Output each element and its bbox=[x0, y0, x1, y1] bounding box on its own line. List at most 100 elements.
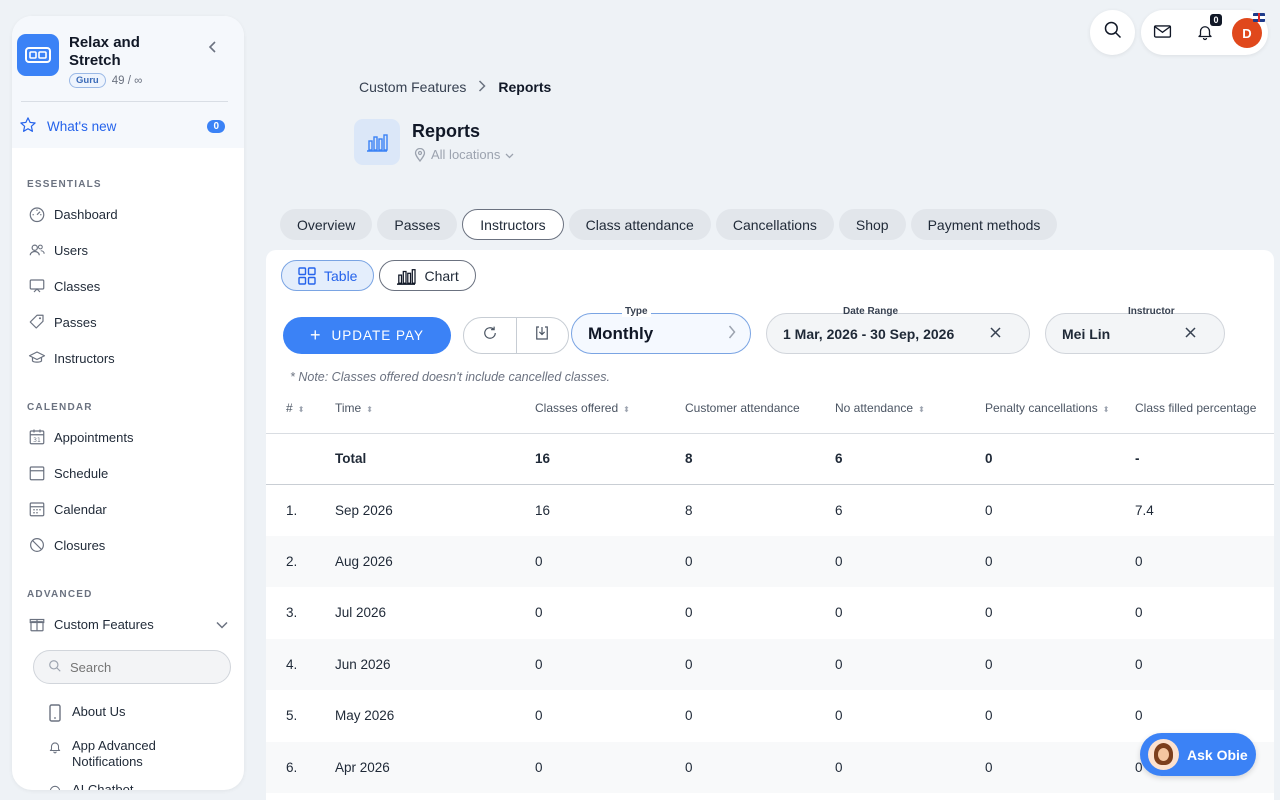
column-label: Class filled percentage bbox=[1135, 401, 1257, 416]
table-cell: Jul 2026 bbox=[335, 605, 387, 621]
nav-schedule[interactable]: Schedule bbox=[12, 455, 244, 491]
column-header-index[interactable]: # ⬍ bbox=[266, 384, 335, 434]
nav-custom-features[interactable]: Custom Features bbox=[12, 606, 244, 642]
global-search-button[interactable] bbox=[1090, 10, 1135, 55]
phone-icon bbox=[48, 704, 64, 726]
sub-item-about-us[interactable]: About Us bbox=[12, 704, 244, 726]
column-label: Classes offered bbox=[535, 401, 619, 416]
nav-classes[interactable]: Classes bbox=[12, 268, 244, 304]
avatar[interactable]: D bbox=[1232, 18, 1262, 48]
table-cell: 0 bbox=[985, 535, 1135, 587]
download-button[interactable] bbox=[515, 318, 568, 353]
report-tabs: Overview Passes Instructors Class attend… bbox=[280, 209, 1062, 240]
download-icon bbox=[533, 324, 551, 347]
tab-instructors[interactable]: Instructors bbox=[462, 209, 564, 240]
table-row: 2. Aug 2026 0 0 0 0 0 bbox=[266, 535, 1274, 587]
schedule-icon bbox=[27, 463, 47, 483]
tab-overview[interactable]: Overview bbox=[280, 209, 373, 240]
table-cell: 8 bbox=[685, 433, 835, 485]
uk-flag-icon[interactable] bbox=[1253, 13, 1265, 22]
tab-class-attendance[interactable]: Class attendance bbox=[568, 209, 711, 240]
column-header-no-attendance[interactable]: No attendance ⬍ bbox=[835, 384, 985, 434]
table-cell: Apr 2026 bbox=[335, 741, 535, 793]
clear-date-icon[interactable] bbox=[990, 325, 1001, 343]
breadcrumb-custom-features[interactable]: Custom Features bbox=[359, 79, 466, 95]
column-header-customer-attendance[interactable]: Customer attendance bbox=[685, 384, 835, 434]
column-header-classes-offered[interactable]: Classes offered ⬍ bbox=[535, 384, 685, 434]
date-range-label: Date Range bbox=[843, 306, 899, 317]
table-row: 6. Apr 2026 0 0 0 0 0 bbox=[266, 741, 1274, 793]
date-range-field[interactable]: Date Range 1 Mar, 2026 - 30 Sep, 2026 bbox=[766, 306, 1030, 354]
table-cell: 0 bbox=[985, 605, 993, 621]
update-pay-button[interactable]: + UPDATE PAY bbox=[283, 317, 451, 354]
table-cell: 16 bbox=[535, 433, 685, 485]
collapse-sidebar-icon[interactable] bbox=[208, 40, 218, 56]
sidebar-search[interactable] bbox=[33, 650, 231, 684]
table-cell: 7.4 bbox=[1135, 502, 1154, 518]
column-label: Penalty cancellations bbox=[985, 401, 1098, 416]
clear-instructor-icon[interactable] bbox=[1185, 325, 1196, 343]
graduation-cap-icon bbox=[27, 348, 47, 368]
nav-dashboard[interactable]: Dashboard bbox=[12, 196, 244, 232]
table-cell: 0 bbox=[685, 741, 835, 793]
section-advanced: ADVANCED bbox=[27, 589, 93, 600]
table-cell: 0 bbox=[835, 535, 985, 587]
table-cell: 0 bbox=[535, 708, 543, 724]
brand-logo-icon bbox=[17, 34, 59, 76]
tab-payment-methods[interactable]: Payment methods bbox=[910, 209, 1058, 240]
ban-icon bbox=[27, 535, 47, 555]
location-label: All locations bbox=[431, 147, 501, 162]
table-view-button[interactable]: Table bbox=[281, 260, 375, 291]
svg-text:31: 31 bbox=[33, 437, 41, 444]
tab-passes[interactable]: Passes bbox=[377, 209, 458, 240]
tab-cancellations[interactable]: Cancellations bbox=[715, 209, 834, 240]
nav-instructors[interactable]: Instructors bbox=[12, 340, 244, 376]
notification-count: 0 bbox=[1210, 14, 1222, 26]
chevron-down-icon[interactable] bbox=[216, 617, 228, 632]
bell-icon bbox=[48, 738, 64, 760]
refresh-button[interactable] bbox=[464, 318, 516, 353]
column-header-time[interactable]: Time ⬍ bbox=[335, 384, 535, 434]
nav-appointments[interactable]: 31 Appointments bbox=[12, 419, 244, 455]
nav-calendar[interactable]: Calendar bbox=[12, 491, 244, 527]
table-view-label: Table bbox=[324, 267, 358, 284]
table-cell: - bbox=[1135, 433, 1274, 485]
search-icon bbox=[48, 659, 62, 676]
mail-icon[interactable] bbox=[1153, 23, 1172, 45]
column-label: Time bbox=[335, 401, 362, 416]
date-range-value: 1 Mar, 2026 - 30 Sep, 2026 bbox=[783, 325, 955, 342]
table-cell: 0 bbox=[1135, 605, 1143, 621]
nav-passes[interactable]: Passes bbox=[12, 304, 244, 340]
nav-closures[interactable]: Closures bbox=[12, 527, 244, 563]
nav-classes-label: Classes bbox=[54, 278, 101, 294]
table-cell: 16 bbox=[535, 502, 551, 518]
brand[interactable]: Relax and Stretch Guru 49 / ∞ bbox=[17, 34, 238, 88]
column-header-class-filled-percentage[interactable]: Class filled percentage bbox=[1135, 384, 1274, 434]
type-select[interactable]: Type Monthly bbox=[571, 306, 751, 354]
nav-users[interactable]: Users bbox=[12, 232, 244, 268]
sidebar: Relax and Stretch Guru 49 / ∞ What's new… bbox=[12, 16, 244, 790]
chevron-right-icon bbox=[478, 79, 486, 95]
obie-avatar bbox=[1148, 739, 1179, 770]
sort-icon: ⬍ bbox=[1102, 405, 1110, 415]
sidebar-search-input[interactable] bbox=[70, 659, 210, 675]
table-cell: 6. bbox=[266, 741, 335, 793]
sub-item-app-notifications[interactable]: App Advanced Notifications bbox=[12, 738, 244, 770]
column-label: # bbox=[286, 401, 293, 416]
instructor-field[interactable]: Instructor Mei Lin bbox=[1045, 306, 1225, 354]
whats-new-link[interactable]: What's new 0 bbox=[17, 102, 238, 137]
users-icon bbox=[27, 240, 47, 260]
plan-badge: Guru bbox=[69, 73, 106, 88]
column-header-penalty-cancellations[interactable]: Penalty cancellations ⬍ bbox=[985, 384, 1135, 434]
sub-item-ai-chatbot[interactable]: AI Chatbot bbox=[12, 782, 244, 790]
table-cell: 0 bbox=[835, 741, 985, 793]
sort-icon: ⬍ bbox=[297, 405, 305, 415]
tab-shop[interactable]: Shop bbox=[838, 209, 906, 240]
table-cell: 0 bbox=[535, 535, 685, 587]
location-selector[interactable]: All locations bbox=[414, 147, 514, 162]
ask-obie-button[interactable]: Ask Obie bbox=[1140, 733, 1256, 776]
table-cell: 2. bbox=[266, 535, 335, 587]
chart-view-button[interactable]: Chart bbox=[379, 260, 476, 291]
report-panel: Table Chart + UPDATE PAY Type Monthly Da… bbox=[266, 250, 1274, 800]
view-toggle: Table Chart bbox=[281, 260, 481, 291]
